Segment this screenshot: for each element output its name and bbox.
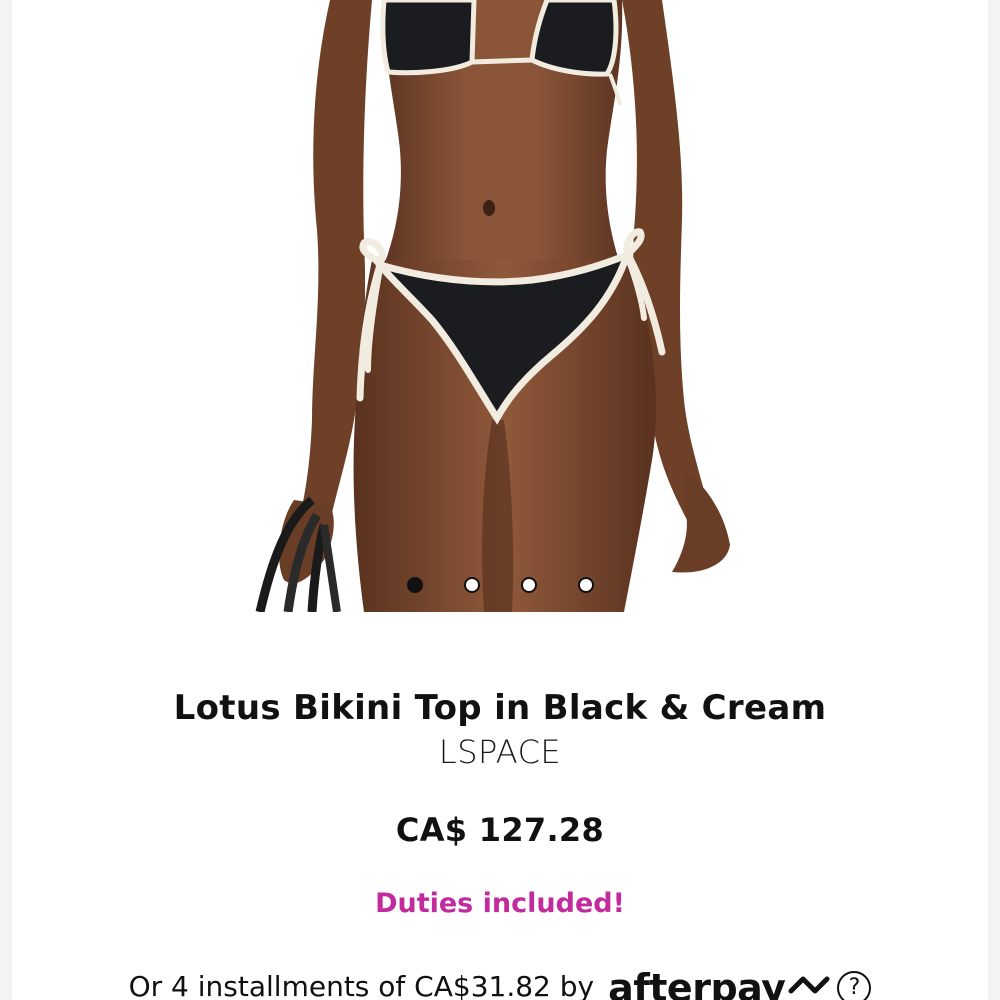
afterpay-arrow-icon: [788, 976, 830, 994]
installments-text: Or 4 installments of CA$31.82 by: [128, 970, 595, 1000]
product-photo: [255, 0, 730, 612]
image-carousel-dots: [0, 577, 1000, 593]
afterpay-logo[interactable]: afterpay: [608, 966, 786, 1000]
bikini-top-right-cup: [529, 0, 619, 77]
carousel-dot-1[interactable]: [406, 577, 423, 593]
product-image-gallery[interactable]: [12, 0, 988, 612]
installments-row: Or 4 installments of CA$31.82 by afterpay…: [0, 962, 1000, 1000]
product-info: Lotus Bikini Top in Black & Cream LSPACE: [0, 680, 1000, 774]
help-icon[interactable]: ?: [837, 971, 872, 1000]
navel: [483, 200, 495, 216]
product-price: CA$ 127.28: [395, 811, 605, 849]
product-brand[interactable]: LSPACE: [0, 730, 1000, 774]
duties-note: Duties included!: [375, 888, 625, 919]
product-page: Lotus Bikini Top in Black & Cream LSPACE…: [0, 0, 1000, 1000]
product-title: Lotus Bikini Top in Black & Cream: [173, 688, 827, 728]
carousel-dot-2[interactable]: [463, 577, 480, 593]
carousel-dot-3[interactable]: [520, 577, 537, 593]
bikini-top-left-cup: [380, 0, 477, 76]
carousel-dot-4[interactable]: [577, 577, 594, 593]
